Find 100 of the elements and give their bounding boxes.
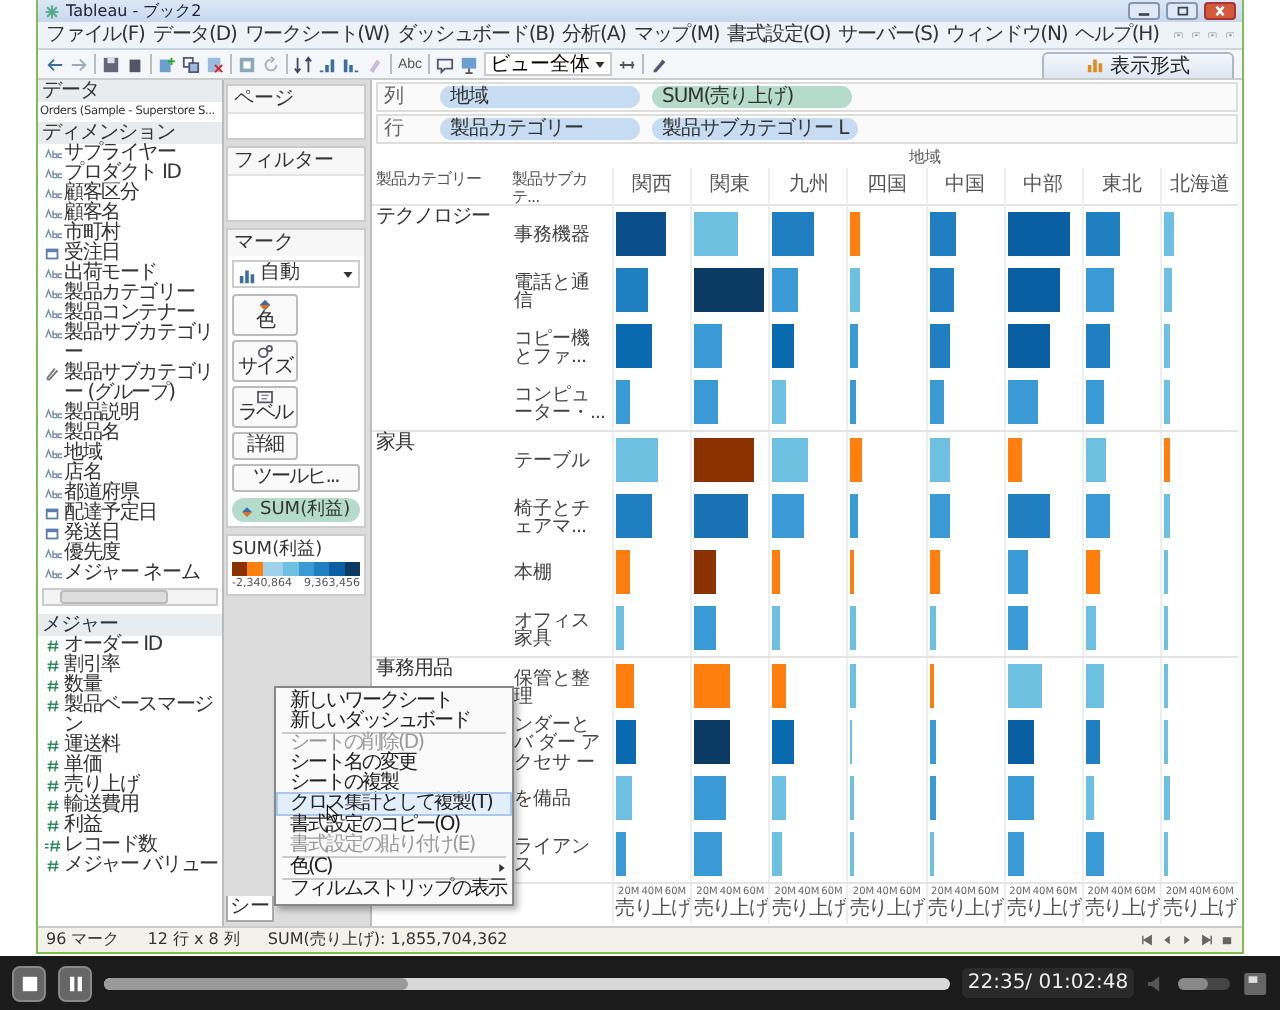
dimension-field[interactable]: メジャー ネーム — [38, 564, 222, 584]
menu-item[interactable]: 新しいダッシュボード — [278, 712, 510, 732]
dimension-field[interactable]: 店名 — [38, 464, 222, 484]
dimension-field[interactable]: 製品カテゴリー — [38, 284, 222, 304]
measure-field[interactable]: 単価 — [38, 756, 222, 776]
seek-bar[interactable] — [104, 977, 950, 989]
measure-field[interactable]: レコード数 — [38, 836, 222, 856]
menu-item[interactable]: 分析(A) — [562, 23, 626, 47]
mark-property-button[interactable]: 色 — [232, 294, 298, 336]
dimension-field[interactable]: 顧客区分 — [38, 184, 222, 204]
marks-label: マーク — [232, 230, 296, 256]
field-pill[interactable]: 地域 — [440, 86, 640, 108]
text-type-icon — [44, 226, 62, 242]
last-page-icon[interactable] — [1200, 934, 1214, 946]
measure-field[interactable]: 運送料 — [38, 736, 222, 756]
subcategory-label: 椅子とチェアマ... — [512, 495, 592, 537]
playback-time: 22:35/ 01:02:48 — [961, 968, 1135, 998]
menu-item[interactable]: ヘルプ(H) — [1075, 23, 1159, 47]
menu-item[interactable]: ワークシート(W) — [244, 23, 390, 47]
menu-item[interactable]: ダッシュボード(B) — [397, 23, 555, 47]
back-arrow-icon[interactable] — [46, 55, 64, 73]
dimension-field[interactable]: サプライヤー — [38, 144, 222, 164]
measure-field[interactable]: 製品ベースマージン — [38, 696, 222, 736]
fullscreen-icon[interactable] — [1241, 969, 1268, 997]
mark-property-button[interactable]: ツールヒ... — [232, 464, 360, 492]
mark-property-button[interactable]: ラベル — [232, 386, 298, 428]
previous-icon[interactable] — [1160, 934, 1174, 946]
volume-slider[interactable] — [1177, 977, 1230, 989]
dimension-field[interactable]: 製品サブカテゴリー (グループ) — [38, 364, 222, 404]
measure-field[interactable]: オーダー ID — [38, 636, 222, 656]
swap-icon[interactable] — [294, 55, 312, 73]
dimension-field[interactable]: 顧客名 — [38, 204, 222, 224]
menu-item[interactable]: ウィンドウ(N) — [946, 23, 1068, 47]
subcategory-label: 保管と整理 — [512, 665, 592, 707]
measure-field[interactable]: 数量 — [38, 676, 222, 696]
color-ramp — [232, 562, 360, 576]
save-icon[interactable] — [102, 55, 120, 73]
sort-descending-icon[interactable] — [342, 55, 360, 73]
measure-field[interactable]: メジャー バリュー — [38, 856, 222, 876]
menu-item[interactable]: サーバー(S) — [838, 23, 939, 47]
scrollbar[interactable] — [42, 588, 218, 606]
pen-icon[interactable] — [650, 55, 669, 73]
dimension-field[interactable]: 優先度 — [38, 544, 222, 564]
menu-item[interactable]: シート名の変更 — [278, 754, 510, 774]
dimension-field[interactable]: プロダクト ID — [38, 164, 222, 184]
minimize-button[interactable] — [1128, 2, 1160, 20]
sort-ascending-icon[interactable] — [318, 55, 336, 73]
text-type-icon — [44, 326, 62, 342]
axis-title: 売り上げ — [928, 900, 1002, 920]
field-pill[interactable]: SUM(利益) — [232, 498, 360, 522]
field-pill[interactable]: 製品サブカテゴリー L — [652, 118, 859, 140]
dimension-field[interactable]: 配達予定日 — [38, 504, 222, 524]
menu-item[interactable]: 色(C) — [278, 858, 510, 878]
dimension-field[interactable]: 発送日 — [38, 524, 222, 544]
duplicate-icon[interactable] — [182, 55, 200, 73]
dimension-field[interactable]: 市町村 — [38, 224, 222, 244]
hash-icon — [44, 678, 62, 694]
sheet-tab[interactable]: シー — [226, 896, 274, 922]
menu-item[interactable]: ファイル(F) — [46, 23, 145, 47]
show-me-button[interactable]: 表示形式 — [1042, 51, 1234, 77]
fit-dropdown[interactable]: ビュー全体 — [484, 52, 613, 76]
dimension-field[interactable]: 都道府県 — [38, 484, 222, 504]
menu-item[interactable]: シートの複製 — [278, 774, 510, 794]
measure-field[interactable]: 輸送費用 — [38, 796, 222, 816]
menu-item[interactable]: 書式設定(O) — [727, 23, 831, 47]
subcategory-label: ンダーとバ ダー アクセサ ー — [512, 711, 603, 773]
dimension-field[interactable]: 製品説明 — [38, 404, 222, 424]
next-icon[interactable] — [1180, 934, 1194, 946]
close-icon — [1210, 4, 1230, 18]
hash-icon — [44, 758, 62, 774]
clear-sheet-icon[interactable] — [206, 55, 224, 73]
dimension-field[interactable]: 出荷モード — [38, 264, 222, 284]
status-text: 96 マーク — [46, 930, 120, 950]
tooltip-icon[interactable] — [436, 55, 455, 73]
subcategory-label: テーブル — [512, 448, 592, 472]
maximize-button[interactable] — [1166, 2, 1198, 20]
dimension-field[interactable]: 受注日 — [38, 244, 222, 264]
new-sheet-icon[interactable] — [158, 55, 176, 73]
menu-item[interactable]: マップ(M) — [633, 23, 720, 47]
dimension-field[interactable]: 製品サブカテゴリー — [38, 324, 222, 364]
dimension-field[interactable]: 地域 — [38, 444, 222, 464]
measure-field[interactable]: 割引率 — [38, 656, 222, 676]
menu-item[interactable]: データ(D) — [152, 23, 237, 47]
measure-field[interactable]: 売り上げ — [38, 776, 222, 796]
dimension-field[interactable]: 製品名 — [38, 424, 222, 444]
measure-field[interactable]: 利益 — [38, 816, 222, 836]
first-page-icon[interactable] — [1140, 934, 1154, 946]
mark-property-button[interactable]: サイズ — [232, 340, 298, 382]
stop-button[interactable] — [12, 965, 47, 1001]
pause-button[interactable] — [58, 965, 93, 1001]
field-pill[interactable]: SUM(売り上げ) — [652, 86, 852, 108]
field-pill[interactable]: 製品カテゴリー — [440, 118, 640, 140]
dimension-field[interactable]: 製品コンテナー — [38, 304, 222, 324]
menu-item[interactable]: フィルムストリップの表示 — [278, 880, 510, 900]
mark-property-button[interactable]: 詳細 — [232, 432, 298, 460]
menu-item[interactable]: 新しいワークシート — [278, 692, 510, 712]
menu-item[interactable]: 書式設定のコピー(O) — [278, 816, 510, 836]
presentation-icon[interactable] — [460, 55, 479, 73]
close-button[interactable] — [1204, 2, 1236, 20]
mark-type-dropdown[interactable]: 自動 — [232, 260, 360, 288]
